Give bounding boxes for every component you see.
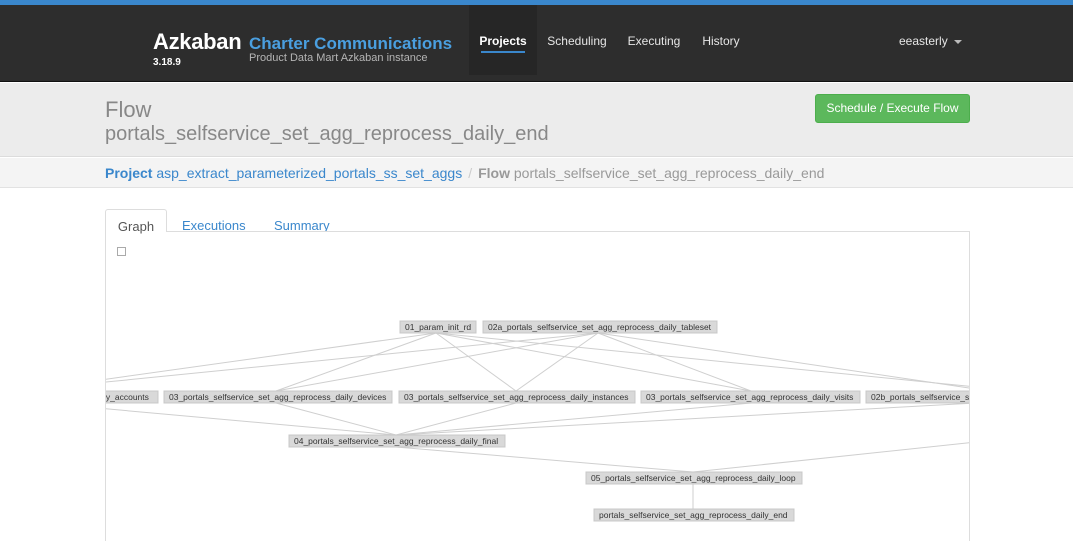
graph-node[interactable]: 05_portals_selfservice_set_agg_reprocess… (585, 471, 803, 485)
graph-edge (435, 332, 752, 392)
breadcrumb-project-label: Project (105, 165, 153, 181)
graph-node-label: 05_portals_selfservice_set_agg_reprocess… (591, 473, 796, 483)
breadcrumb-project-name: asp_extract_parameterized_portals_ss_set… (156, 165, 463, 181)
graph-node[interactable]: 01_param_init_rd (399, 320, 477, 334)
flow-name-title: portals_selfservice_set_agg_reprocess_da… (105, 123, 549, 145)
graph-node-label: 03_portals_selfservice_set_agg_reprocess… (169, 392, 386, 402)
graph-edge (275, 332, 599, 392)
graph-edge (515, 332, 599, 392)
graph-edge (106, 408, 397, 436)
graph-node-label: 04_portals_selfservice_set_agg_reprocess… (294, 436, 498, 446)
graph-node[interactable]: 02a_portals_selfservice_set_agg_reproces… (482, 320, 718, 334)
graph-edge (395, 402, 752, 436)
tab-graph[interactable]: Graph (105, 209, 167, 234)
graph-panel[interactable]: 01_param_init_rd 02a_portals_selfservice… (105, 231, 970, 541)
app-version: 3.18.9 (153, 57, 181, 68)
nav-history[interactable]: History (695, 5, 747, 75)
graph-node[interactable]: 03_portals_selfservice_set_agg_reprocess… (163, 390, 393, 404)
tab-summary[interactable]: Summary (274, 209, 330, 233)
graph-edge (395, 402, 517, 436)
tab-executions[interactable]: Executions (182, 209, 246, 233)
nav-projects-label: Projects (479, 34, 527, 48)
nav-history-label: History (702, 34, 740, 48)
breadcrumb-bar: Project asp_extract_parameterized_portal… (0, 158, 1073, 188)
nav-active-underline (481, 51, 525, 53)
caret-down-icon (953, 39, 962, 44)
graph-node-label: 01_param_init_rd (405, 322, 471, 332)
breadcrumb-flow-label: Flow (478, 165, 510, 181)
instance-name: Product Data Mart Azkaban instance (249, 52, 428, 64)
schedule-execute-flow-button[interactable]: Schedule / Execute Flow (815, 94, 970, 123)
navbar: Azkaban 3.18.9 Charter Communications Pr… (0, 5, 1073, 82)
graph-node-label: 03_portals_selfservice_set_agg_reprocess… (404, 392, 628, 402)
graph-node[interactable]: 03_portals_selfservice_set_agg_reprocess… (640, 390, 861, 404)
user-menu[interactable]: eeasterly (899, 34, 962, 48)
page-header: Flow portals_selfservice_set_agg_reproce… (0, 83, 1073, 157)
graph-edge (692, 442, 969, 473)
username: eeasterly (899, 34, 948, 48)
graph-edge (395, 446, 694, 473)
app-logo[interactable]: Azkaban (153, 29, 242, 55)
nav-projects[interactable]: Projects (469, 5, 537, 75)
graph-node-label: 03_portals_selfservice_set_agg_reprocess… (646, 392, 853, 402)
graph-node-label: portals_selfservice_set_agg_reprocess_da… (599, 510, 788, 520)
graph-node-label: 02b_portals_selfservice_s (871, 392, 969, 402)
nav-scheduling-label: Scheduling (547, 34, 607, 48)
graph-node[interactable]: ly_accounts (106, 390, 159, 404)
graph-node[interactable]: 03_portals_selfservice_set_agg_reprocess… (398, 390, 636, 404)
graph-edge (106, 332, 437, 380)
graph-edge (395, 402, 969, 436)
graph-node[interactable]: portals_selfservice_set_agg_reprocess_da… (593, 508, 795, 522)
flow-graph[interactable]: 01_param_init_rd 02a_portals_selfservice… (106, 232, 970, 541)
nav-executing-label: Executing (627, 34, 681, 48)
graph-edges (106, 332, 969, 509)
graph-edge (106, 332, 599, 383)
nav-scheduling[interactable]: Scheduling (540, 5, 614, 75)
nav-executing[interactable]: Executing (620, 5, 688, 75)
company-name: Charter Communications (249, 34, 453, 53)
breadcrumb: Project asp_extract_parameterized_portal… (105, 165, 824, 181)
page-title: Flow (105, 97, 152, 122)
graph-node-label: ly_accounts (106, 392, 149, 402)
breadcrumb-flow-name: portals_selfservice_set_agg_reprocess_da… (513, 165, 825, 181)
graph-node-label: 02a_portals_selfservice_set_agg_reproces… (488, 322, 712, 332)
graph-edge (435, 332, 517, 392)
graph-edge (275, 332, 437, 392)
graph-node[interactable]: 02b_portals_selfservice_s (865, 390, 970, 404)
breadcrumb-project-link[interactable]: Project asp_extract_parameterized_portal… (105, 165, 462, 181)
graph-edge (275, 402, 397, 436)
breadcrumb-separator: / (468, 165, 473, 181)
graph-node[interactable]: 04_portals_selfservice_set_agg_reprocess… (288, 434, 506, 448)
